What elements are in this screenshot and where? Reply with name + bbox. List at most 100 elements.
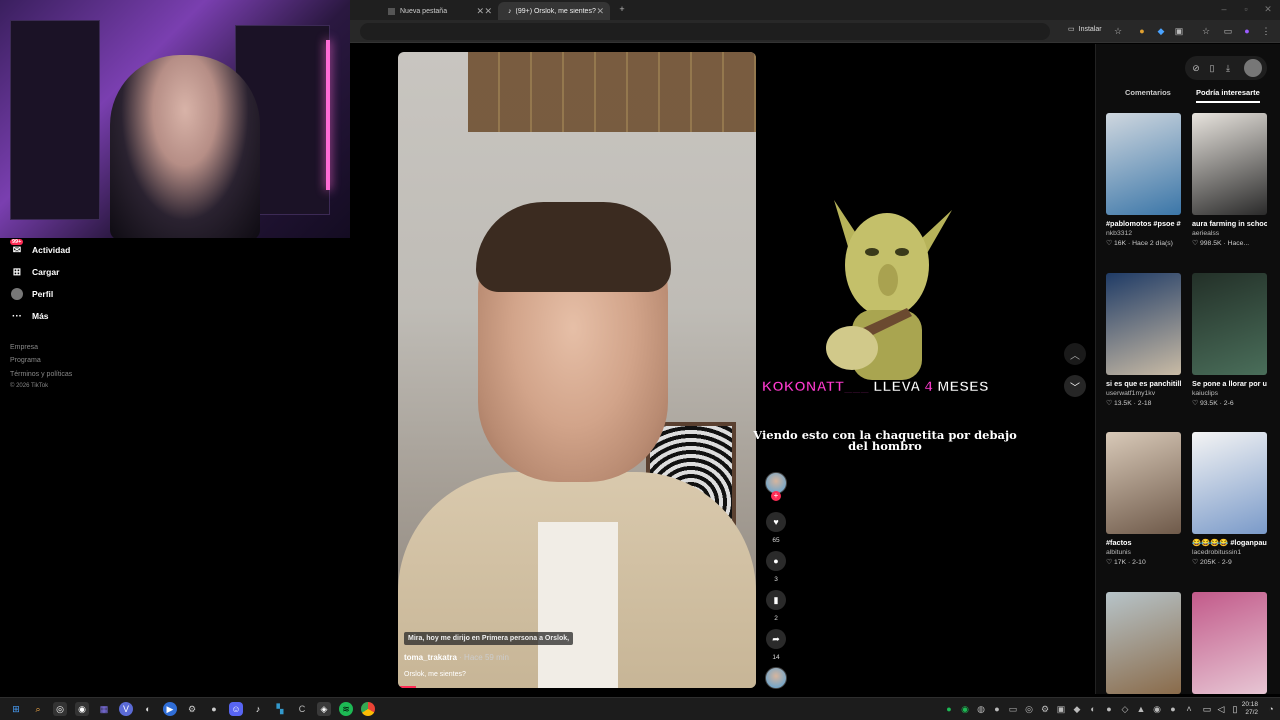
profile-avatar-icon[interactable]: ● bbox=[1241, 25, 1253, 37]
window-close-icon[interactable]: ✕ bbox=[1262, 3, 1274, 15]
like-button[interactable]: ♥ bbox=[766, 512, 786, 532]
music-disc-avatar[interactable] bbox=[765, 667, 787, 689]
maximize-icon[interactable]: ▫ bbox=[1240, 3, 1252, 15]
tiktok-app-icon[interactable]: ♪ bbox=[251, 702, 265, 716]
chevron-up-icon[interactable]: ˄ bbox=[1182, 702, 1196, 716]
extension-icon[interactable]: ● bbox=[1136, 25, 1148, 37]
video-thumbnail[interactable] bbox=[1106, 113, 1181, 215]
tray-icon[interactable]: ▲ bbox=[1134, 702, 1148, 716]
video-author[interactable]: toma_trakatra · Hace 59 min bbox=[404, 653, 509, 662]
nav-item-upload[interactable]: ⊞ Cargar bbox=[10, 265, 60, 279]
video-card[interactable]: si es que es panchitillo #orsl... userwat… bbox=[1106, 273, 1181, 407]
app-icon[interactable]: ● bbox=[207, 702, 221, 716]
tray-icon[interactable]: ▣ bbox=[1054, 702, 1068, 716]
tray-icon[interactable]: ◉ bbox=[958, 702, 972, 716]
chrome-icon[interactable] bbox=[361, 702, 375, 716]
video-thumbnail[interactable] bbox=[1192, 592, 1267, 694]
cast-icon[interactable]: ▭ bbox=[1222, 25, 1234, 37]
app-icon[interactable]: C bbox=[295, 702, 309, 716]
footer-link-company[interactable]: Empresa bbox=[10, 344, 38, 351]
share-button[interactable]: ➦ bbox=[766, 629, 786, 649]
close-icon[interactable]: ✕ bbox=[484, 6, 492, 17]
tray-icon[interactable]: ● bbox=[1166, 702, 1180, 716]
tray-icon[interactable]: ◇ bbox=[1118, 702, 1132, 716]
address-field[interactable] bbox=[360, 23, 1050, 40]
tray-icon[interactable]: ◉ bbox=[1150, 702, 1164, 716]
video-thumbnail[interactable] bbox=[1192, 273, 1267, 375]
nav-item-more[interactable]: ··· Más bbox=[10, 309, 49, 323]
video-player[interactable]: Mira, hoy me dirijo en Primera persona a… bbox=[398, 52, 756, 688]
compass-icon[interactable]: ⊘ bbox=[1190, 62, 1202, 74]
network-icon[interactable]: ▭ bbox=[1200, 702, 1214, 716]
notification-bell-icon[interactable]: ◔ bbox=[1264, 702, 1278, 716]
card-author[interactable]: lacedrobitussin1 bbox=[1192, 549, 1267, 556]
video-card[interactable] bbox=[1192, 592, 1267, 702]
app-icon[interactable]: V bbox=[119, 702, 133, 716]
nav-item-profile[interactable]: Perfil bbox=[10, 287, 53, 301]
card-author[interactable]: aeriealss bbox=[1192, 230, 1267, 237]
video-thumbnail[interactable] bbox=[1106, 273, 1181, 375]
video-card[interactable] bbox=[1106, 592, 1181, 702]
tray-icon[interactable]: ● bbox=[942, 702, 956, 716]
card-author[interactable]: userwatf1my1kv bbox=[1106, 390, 1181, 397]
browser-tab-active[interactable]: ♪ (99+) Orslok, me sientes? | TikTo ✕ bbox=[498, 2, 610, 20]
browser-tab-new[interactable]: Nueva pestaña ✕ bbox=[378, 2, 498, 20]
video-card[interactable]: #factos albitunis ♡ 17K · 2-10 bbox=[1106, 432, 1181, 566]
close-icon[interactable]: ✕ bbox=[596, 6, 604, 17]
tray-icon[interactable]: ⚙ bbox=[1038, 702, 1052, 716]
follow-plus-icon[interactable]: + bbox=[771, 491, 781, 501]
puzzle-icon[interactable]: ▣ bbox=[1173, 25, 1185, 37]
tray-icon[interactable]: ◐ bbox=[1086, 702, 1100, 716]
nav-item-activity[interactable]: ✉ 99+ Actividad bbox=[10, 239, 70, 257]
app-icon[interactable]: ▚ bbox=[273, 702, 287, 716]
phone-icon[interactable]: ▯ bbox=[1206, 62, 1218, 74]
video-card[interactable]: #pablomotos #psoe #vox... nkb3312 ♡ 16K · … bbox=[1106, 113, 1181, 247]
battery-icon[interactable]: ▯ bbox=[1228, 702, 1242, 716]
tray-icon[interactable]: ▭ bbox=[1006, 702, 1020, 716]
windows-start-icon[interactable]: ⊞ bbox=[9, 702, 23, 716]
minimize-icon[interactable]: – bbox=[1218, 3, 1230, 15]
tray-icon[interactable]: ◎ bbox=[1022, 702, 1036, 716]
tray-icon[interactable]: ◆ bbox=[1070, 702, 1084, 716]
video-card[interactable]: Se pone a llorar por una SoloQ?... kaiucl… bbox=[1192, 273, 1267, 407]
discord-icon[interactable]: ☺ bbox=[229, 702, 243, 716]
new-tab-icon[interactable]: + bbox=[616, 3, 628, 15]
video-thumbnail[interactable] bbox=[1106, 592, 1181, 694]
app-icon[interactable]: ◎ bbox=[53, 702, 67, 716]
steam-icon[interactable]: ⚙ bbox=[185, 702, 199, 716]
video-card[interactable]: 😂😂😂😂 #loganpaul... lacedrobitussin1 ♡ 205K… bbox=[1192, 432, 1267, 566]
video-card[interactable]: aura farming in schoo ❤ #fyp... aeriealss… bbox=[1192, 113, 1267, 247]
next-video-button[interactable]: ﹀ bbox=[1064, 375, 1086, 397]
card-author[interactable]: albitunis bbox=[1106, 549, 1181, 556]
system-clock[interactable]: 20:18 27/2 bbox=[1242, 701, 1258, 717]
tray-icon[interactable]: ◍ bbox=[974, 702, 988, 716]
video-progress-bar[interactable] bbox=[398, 686, 416, 688]
footer-link-program[interactable]: Programa bbox=[10, 357, 41, 364]
download-icon[interactable]: ⤓ bbox=[1222, 62, 1234, 74]
video-thumbnail[interactable] bbox=[1106, 432, 1181, 534]
bookmark-star-icon[interactable]: ☆ bbox=[1112, 25, 1124, 37]
footer-link-terms[interactable]: Términos y políticas bbox=[10, 371, 72, 378]
previous-video-button[interactable]: ︿ bbox=[1064, 343, 1086, 365]
bookmark-icon[interactable]: ☆ bbox=[1200, 25, 1212, 37]
video-thumbnail[interactable] bbox=[1192, 432, 1267, 534]
tray-icon[interactable]: ● bbox=[1102, 702, 1116, 716]
menu-dots-icon[interactable]: ⋮ bbox=[1260, 25, 1272, 37]
app-icon[interactable]: ◉ bbox=[75, 702, 89, 716]
comment-button[interactable]: ● bbox=[766, 551, 786, 571]
search-icon[interactable]: ⌕ bbox=[31, 702, 45, 716]
save-button[interactable]: ▮ bbox=[766, 590, 786, 610]
user-avatar[interactable] bbox=[1244, 59, 1262, 77]
tray-icon[interactable]: ● bbox=[990, 702, 1004, 716]
volume-icon[interactable]: ◁ bbox=[1214, 702, 1228, 716]
app-icon[interactable]: ◐ bbox=[141, 702, 155, 716]
video-thumbnail[interactable] bbox=[1192, 113, 1267, 215]
tab-recommended[interactable]: Podría interesarte bbox=[1196, 88, 1260, 103]
tab-comments[interactable]: Comentarios bbox=[1125, 88, 1171, 97]
card-author[interactable]: kaiuclips bbox=[1192, 390, 1267, 397]
spotify-icon[interactable]: ≋ bbox=[339, 702, 353, 716]
grid-app-icon[interactable]: ▦ bbox=[97, 702, 111, 716]
app-icon[interactable]: ▶ bbox=[163, 702, 177, 716]
install-button[interactable]: ▭ Instalar bbox=[1068, 25, 1102, 34]
extension-icon[interactable]: ◆ bbox=[1155, 25, 1167, 37]
